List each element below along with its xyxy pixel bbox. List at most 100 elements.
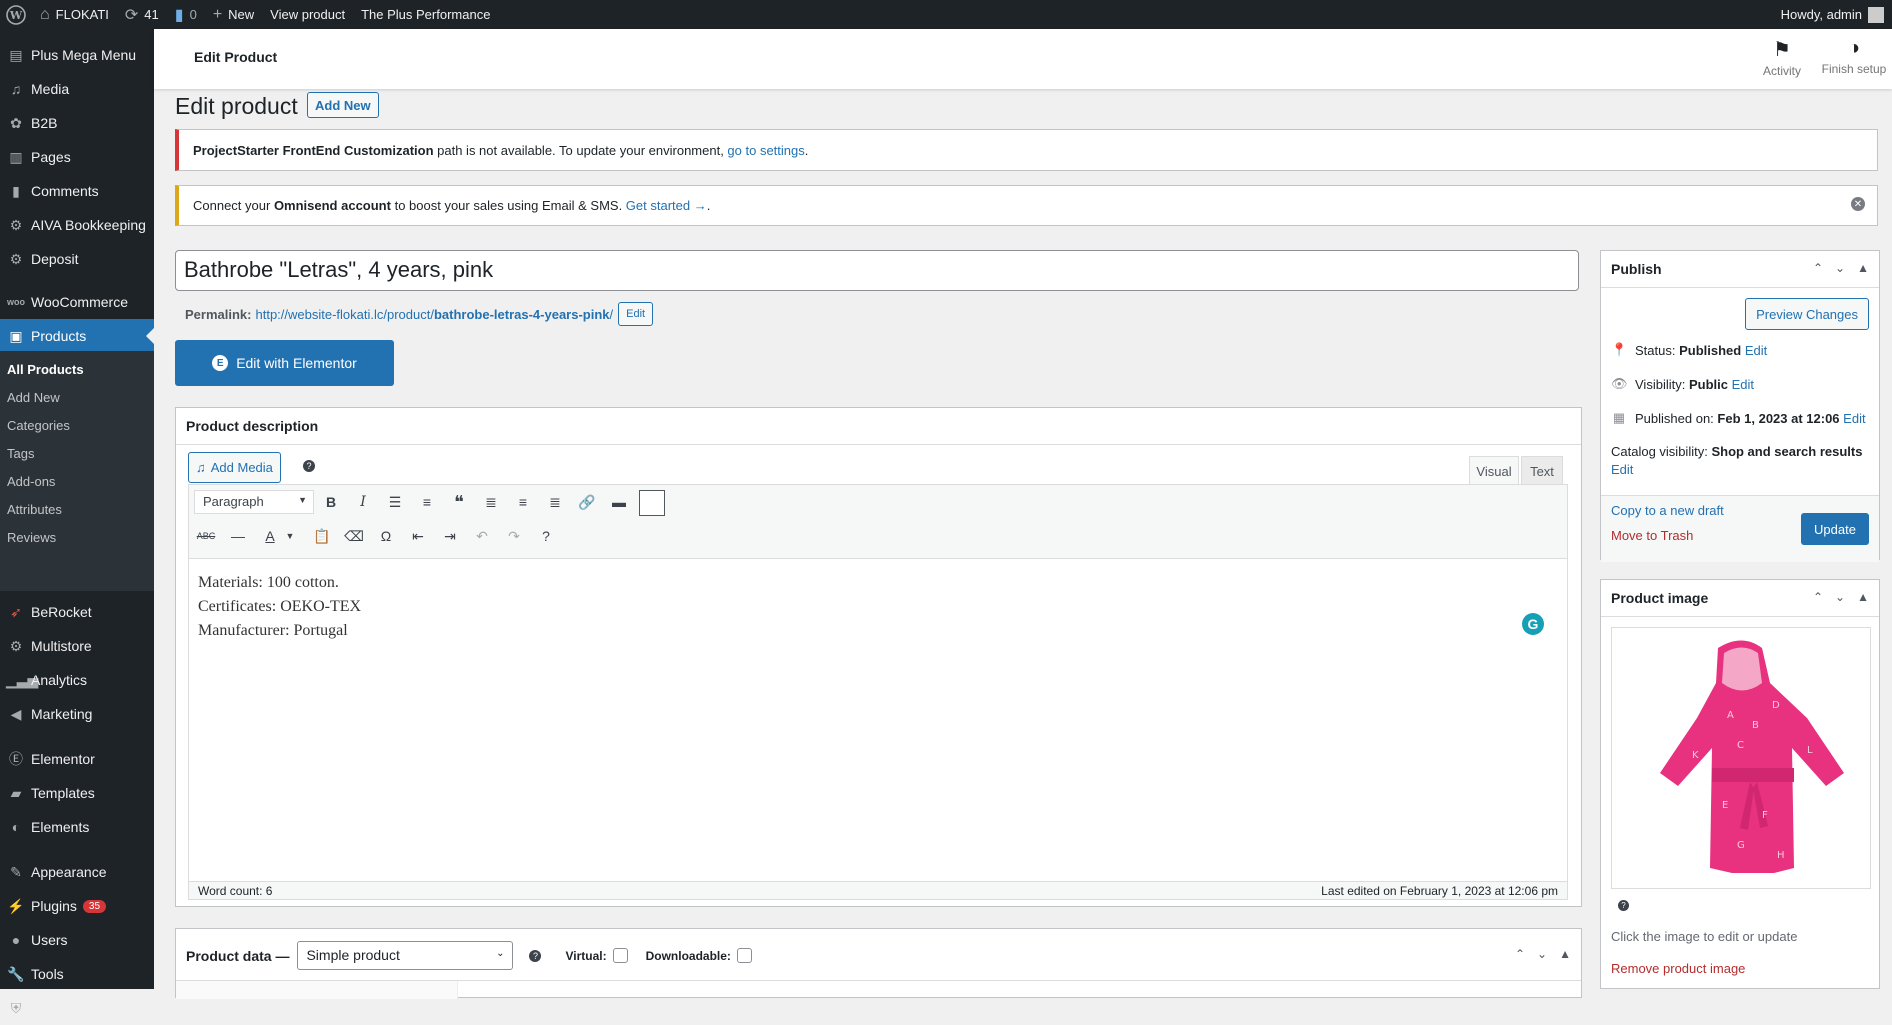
collapse-icon[interactable]: ▲ (1857, 261, 1869, 275)
updates-link[interactable]: ⟳ 41 (117, 0, 167, 29)
sidebar-item-users[interactable]: ● Users (0, 923, 154, 957)
sidebar-item-b2b[interactable]: ✿ B2B (0, 106, 154, 140)
my-account-link[interactable]: Howdy, admin (1773, 0, 1892, 29)
submenu-all-products[interactable]: All Products (7, 362, 84, 377)
sidebar-item-marketing[interactable]: ◀ Marketing (0, 697, 154, 731)
collapse-icon[interactable]: ▲ (1559, 947, 1571, 961)
help-icon[interactable]: ? (1618, 900, 1629, 911)
horizontal-line-icon[interactable]: — (226, 524, 250, 548)
undo-icon[interactable]: ↶ (470, 524, 494, 548)
move-up-icon[interactable]: ⌃ (1813, 590, 1823, 604)
tab-visual[interactable]: Visual (1469, 456, 1519, 485)
strikethrough-icon[interactable]: ABC (194, 524, 218, 548)
sidebar-item-products[interactable]: ▣ Products (0, 319, 154, 353)
move-to-trash-link[interactable]: Move to Trash (1611, 528, 1693, 543)
indent-icon[interactable]: ⇥ (438, 524, 462, 548)
copy-to-draft-link[interactable]: Copy to a new draft (1611, 503, 1724, 518)
sidebar-item-plus-mega-menu[interactable]: ▤ Plus Mega Menu (0, 38, 154, 72)
submenu-categories[interactable]: Categories (7, 418, 70, 433)
special-character-icon[interactable]: Ω (374, 524, 398, 548)
get-started-link[interactable]: Get started → (626, 198, 707, 213)
submenu-add-ons[interactable]: Add-ons (7, 474, 55, 489)
help-icon[interactable]: ? (529, 949, 542, 962)
sidebar-item-multistore[interactable]: ⚙ Multistore (0, 629, 154, 663)
visibility-edit-link[interactable]: Edit (1732, 377, 1754, 392)
sidebar-item-media[interactable]: ♫ Media (0, 72, 154, 106)
add-media-button[interactable]: ♫ Add Media (188, 452, 281, 483)
clear-formatting-icon[interactable]: ⌫ (342, 524, 366, 548)
sidebar-item-elements[interactable]: ◐ Elements (0, 810, 154, 844)
view-product-link[interactable]: View product (262, 0, 353, 29)
numbered-list-icon[interactable]: ≡ (415, 490, 439, 514)
submenu-add-new[interactable]: Add New (7, 390, 60, 405)
editor-content[interactable]: Materials: 100 cotton. Certificates: OEK… (198, 571, 361, 643)
link-icon[interactable]: 🔗 (575, 490, 599, 514)
activity-button[interactable]: ⚑ Activity (1752, 37, 1812, 78)
keyboard-help-icon[interactable]: ? (534, 524, 558, 548)
permalink-link[interactable]: http://website-flokati.lc/product/bathro… (255, 307, 613, 322)
sidebar-item-analytics[interactable]: ▁▃▅ Analytics (0, 663, 154, 697)
grammarly-icon[interactable]: G (1522, 613, 1544, 635)
bold-icon[interactable]: B (319, 490, 343, 514)
virtual-checkbox[interactable] (612, 948, 628, 963)
update-button[interactable]: Update (1801, 513, 1869, 545)
sidebar-item-elementor[interactable]: Ⓔ Elementor (0, 742, 154, 776)
dismiss-icon[interactable]: ✕ (1851, 197, 1865, 211)
sidebar-item-woocommerce[interactable]: woo WooCommerce (0, 285, 154, 319)
sidebar-item-deposit[interactable]: ⚙ Deposit (0, 242, 154, 276)
bullet-list-icon[interactable]: ☰ (383, 490, 407, 514)
new-content-link[interactable]: + New (205, 0, 262, 29)
product-title-input[interactable]: Bathrobe "Letras", 4 years, pink (175, 250, 1579, 291)
submenu-reviews[interactable]: Reviews (7, 530, 56, 545)
permalink-edit-button[interactable]: Edit (618, 302, 654, 326)
blockquote-icon[interactable]: ❝ (447, 490, 471, 514)
align-center-icon[interactable]: ≡ (511, 490, 535, 514)
move-up-icon[interactable]: ⌃ (1515, 947, 1525, 961)
move-up-icon[interactable]: ⌃ (1813, 261, 1823, 275)
sidebar-item-all-in-one-wp[interactable]: ⛨ All-in-One WP (0, 991, 154, 1025)
calendar-icon: ▦ (1612, 410, 1626, 425)
sidebar-item-comments[interactable]: ▮ Comments (0, 174, 154, 208)
tab-text[interactable]: Text (1521, 456, 1563, 485)
published-edit-link[interactable]: Edit (1843, 411, 1865, 426)
align-right-icon[interactable]: ≣ (543, 490, 567, 514)
edit-with-elementor-button[interactable]: E Edit with Elementor (175, 340, 394, 386)
product-type-select[interactable]: Simple product ⌄ (297, 941, 514, 970)
sidebar-item-berocket[interactable]: ➶ BeRocket (0, 595, 154, 629)
align-left-icon[interactable]: ≣ (479, 490, 503, 514)
product-image-thumbnail[interactable]: A BC D E F G H K L (1611, 627, 1871, 889)
move-down-icon[interactable]: ⌄ (1537, 947, 1547, 961)
submenu-tags[interactable]: Tags (7, 446, 34, 461)
read-more-icon[interactable]: ▬ (607, 490, 631, 514)
sidebar-item-appearance[interactable]: ✎ Appearance (0, 855, 154, 889)
redo-icon[interactable]: ↷ (502, 524, 526, 548)
submenu-attributes[interactable]: Attributes (7, 502, 62, 517)
sidebar-item-aiva-bookkeeping[interactable]: ⚙ AIVA Bookkeeping (0, 208, 154, 242)
paste-text-icon[interactable]: 📋 (310, 524, 334, 548)
status-edit-link[interactable]: Edit (1745, 343, 1767, 358)
move-down-icon[interactable]: ⌄ (1835, 590, 1845, 604)
move-down-icon[interactable]: ⌄ (1835, 261, 1845, 275)
add-new-button[interactable]: Add New (307, 92, 379, 118)
finish-setup-button[interactable]: ◑ Finish setup (1814, 37, 1892, 76)
chevron-down-icon[interactable]: ▼ (278, 524, 302, 548)
remove-product-image-link[interactable]: Remove product image (1611, 961, 1745, 976)
sidebar-item-plugins[interactable]: ⚡ Plugins 35 (0, 889, 154, 923)
sidebar-item-tools[interactable]: 🔧 Tools (0, 957, 154, 991)
collapse-icon[interactable]: ▲ (1857, 590, 1869, 604)
site-name-link[interactable]: ⌂ FLOKATI (32, 0, 117, 29)
plus-performance-link[interactable]: The Plus Performance (353, 0, 498, 29)
help-icon[interactable]: ? (303, 460, 315, 472)
catalog-edit-link[interactable]: Edit (1611, 462, 1633, 477)
downloadable-checkbox[interactable] (736, 948, 752, 963)
sidebar-item-templates[interactable]: ▰ Templates (0, 776, 154, 810)
format-select[interactable]: Paragraph ▼ (194, 490, 314, 514)
outdent-icon[interactable]: ⇤ (406, 524, 430, 548)
italic-icon[interactable]: I (351, 490, 375, 514)
toolbar-toggle-icon[interactable] (639, 490, 665, 516)
sidebar-item-pages[interactable]: ▥ Pages (0, 140, 154, 174)
wordpress-logo-icon[interactable]: W (0, 0, 32, 29)
preview-changes-button[interactable]: Preview Changes (1745, 298, 1869, 330)
comments-link[interactable]: ▮ 0 (167, 0, 205, 29)
go-to-settings-link[interactable]: go to settings (727, 143, 804, 158)
